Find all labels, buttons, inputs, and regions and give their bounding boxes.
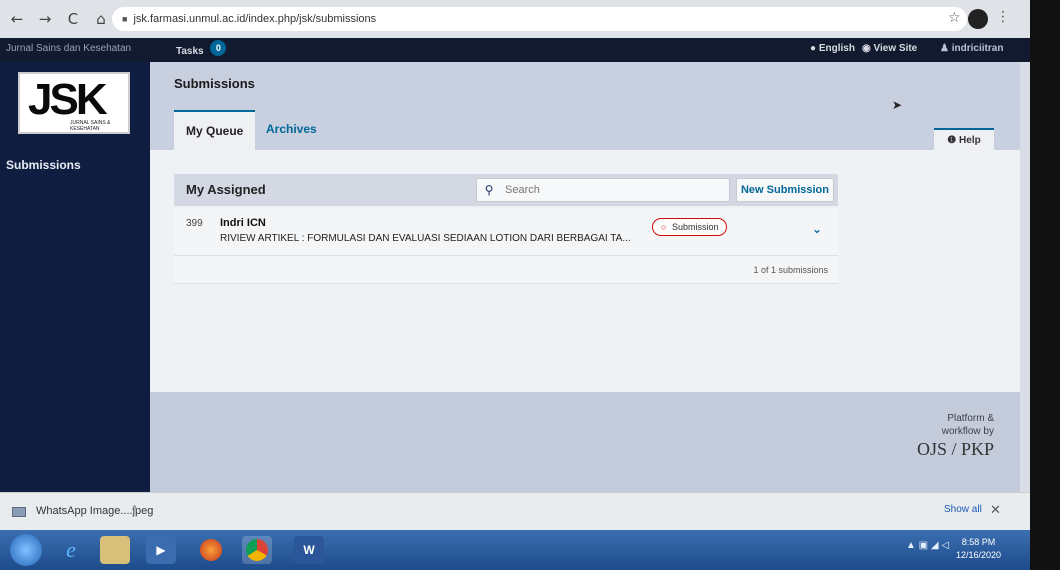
submission-author: Indri ICN — [220, 217, 266, 229]
profile-avatar[interactable] — [968, 9, 988, 29]
tab-archives[interactable]: Archives — [254, 110, 329, 150]
ojs-pkp-logo: OJS / PKP — [916, 439, 994, 459]
address-bar[interactable]: ■ jsk.farmasi.unmul.ac.id/index.php/jsk/… — [112, 7, 967, 31]
browser-menu-icon[interactable]: ⋮ — [996, 9, 1010, 25]
site-name-link[interactable]: Jurnal Sains dan Kesehatan — [6, 43, 131, 54]
word-icon[interactable]: W — [294, 536, 324, 564]
tasks-label: Tasks — [176, 46, 204, 57]
forward-arrow-icon[interactable]: → — [34, 8, 56, 30]
search-box: ⚲ — [476, 178, 730, 202]
logo-subtitle: JURNAL SAINS & KESEHATAN — [70, 120, 111, 132]
sidebar: JSK JURNAL SAINS & KESEHATAN Submissions — [0, 62, 150, 492]
submission-id: 399 — [186, 218, 203, 229]
taskbar: e ▶ W ▲ ▣ ◢ ◁ 8:58 PM 12/16/2020 — [0, 530, 1030, 570]
language-label: English — [818, 43, 855, 54]
reload-icon[interactable]: C — [62, 8, 84, 30]
file-explorer-icon[interactable] — [100, 536, 130, 564]
view-site-label: View Site — [873, 43, 918, 54]
stage-circle-icon: ○ — [661, 222, 667, 232]
eye-icon: ◉ — [862, 43, 871, 54]
panel-title: My Assigned — [186, 182, 266, 197]
tasks-button[interactable]: Tasks 0 — [176, 40, 227, 59]
lock-icon: ■ — [122, 14, 128, 24]
logo-text: JSK — [28, 75, 108, 124]
back-arrow-icon[interactable]: ← — [6, 8, 28, 30]
username-label: indriciitran — [951, 43, 1004, 54]
list-footer: 1 of 1 submissions — [174, 256, 838, 284]
clock[interactable]: 8:58 PM 12/16/2020 — [956, 536, 1001, 562]
list-panel-header: My Assigned ⚲ New Submission — [174, 174, 838, 206]
monitor-bezel — [1030, 0, 1060, 570]
view-site-link[interactable]: ◉ View Site — [862, 43, 917, 54]
tasks-count-badge: 0 — [210, 40, 227, 56]
system-tray-icons[interactable]: ▲ ▣ ◢ ◁ — [906, 540, 949, 551]
firefox-icon[interactable] — [196, 536, 226, 564]
screen: ← → C ⌂ ■ jsk.farmasi.unmul.ac.id/index.… — [0, 0, 1030, 570]
submission-row[interactable]: 399 Indri ICN RIVIEW ARTIKEL : FORMULASI… — [174, 208, 838, 256]
caret-up-icon[interactable]: ^ — [132, 504, 137, 516]
search-icon: ⚲ — [484, 183, 494, 197]
page-title: Submissions — [174, 76, 255, 91]
chevron-down-icon[interactable]: ⌄ — [812, 222, 822, 236]
browser-toolbar: ← → C ⌂ ■ jsk.farmasi.unmul.ac.id/index.… — [0, 0, 1030, 38]
downloads-bar: WhatsApp Image....jpeg ^ Show all ✕ — [0, 492, 1030, 530]
footer-line-2: workflow by — [941, 426, 994, 437]
clock-time: 8:58 PM — [961, 537, 996, 547]
image-file-icon — [12, 507, 26, 517]
bookmark-star-icon[interactable]: ☆ — [948, 10, 961, 26]
mouse-cursor-icon: ➤ — [892, 98, 903, 112]
journal-logo[interactable]: JSK JURNAL SAINS & KESEHATAN — [18, 72, 130, 134]
new-submission-button[interactable]: New Submission — [736, 178, 834, 202]
media-player-icon[interactable]: ▶ — [146, 536, 176, 564]
ojs-top-bar: Jurnal Sains dan Kesehatan Tasks 0 ● Eng… — [0, 38, 1030, 62]
submission-title[interactable]: RIVIEW ARTIKEL : FORMULASI DAN EVALUASI … — [220, 233, 631, 244]
stage-badge[interactable]: ○ Submission — [652, 218, 728, 236]
tab-my-queue[interactable]: My Queue — [174, 110, 256, 150]
info-icon: ❶ — [947, 135, 957, 146]
page-footer: Platform & workflow by OJS / PKP — [150, 392, 1020, 492]
help-label: Help — [959, 135, 981, 146]
home-icon[interactable]: ⌂ — [90, 8, 112, 30]
footer-line-1: Platform & — [947, 413, 994, 424]
submissions-content: My Assigned ⚲ New Submission 399 Indri I… — [150, 150, 1020, 392]
show-all-link[interactable]: Show all — [944, 504, 982, 515]
clock-date: 12/16/2020 — [956, 550, 1002, 560]
globe-icon: ● — [810, 43, 817, 54]
user-menu[interactable]: ♟ indriciitran — [940, 43, 1003, 54]
chrome-icon[interactable] — [242, 536, 272, 564]
url-text: jsk.farmasi.unmul.ac.id/index.php/jsk/su… — [133, 13, 377, 25]
stage-label: Submission — [671, 222, 719, 232]
main-area: Submissions My Queue Archives ➤ ❶ Help M… — [150, 62, 1030, 492]
submission-count: 1 of 1 submissions — [753, 265, 828, 275]
close-icon[interactable]: ✕ — [990, 502, 1001, 518]
user-icon: ♟ — [940, 43, 949, 54]
sidebar-item-submissions[interactable]: Submissions — [6, 158, 81, 172]
start-button[interactable] — [10, 534, 42, 566]
search-input[interactable] — [501, 184, 721, 196]
internet-explorer-icon[interactable]: e — [56, 536, 86, 564]
language-menu[interactable]: ● English — [810, 43, 855, 54]
page-header: Submissions My Queue Archives ➤ — [150, 62, 1020, 150]
pkp-brand[interactable]: Platform & workflow by OJS / PKP — [908, 412, 994, 460]
